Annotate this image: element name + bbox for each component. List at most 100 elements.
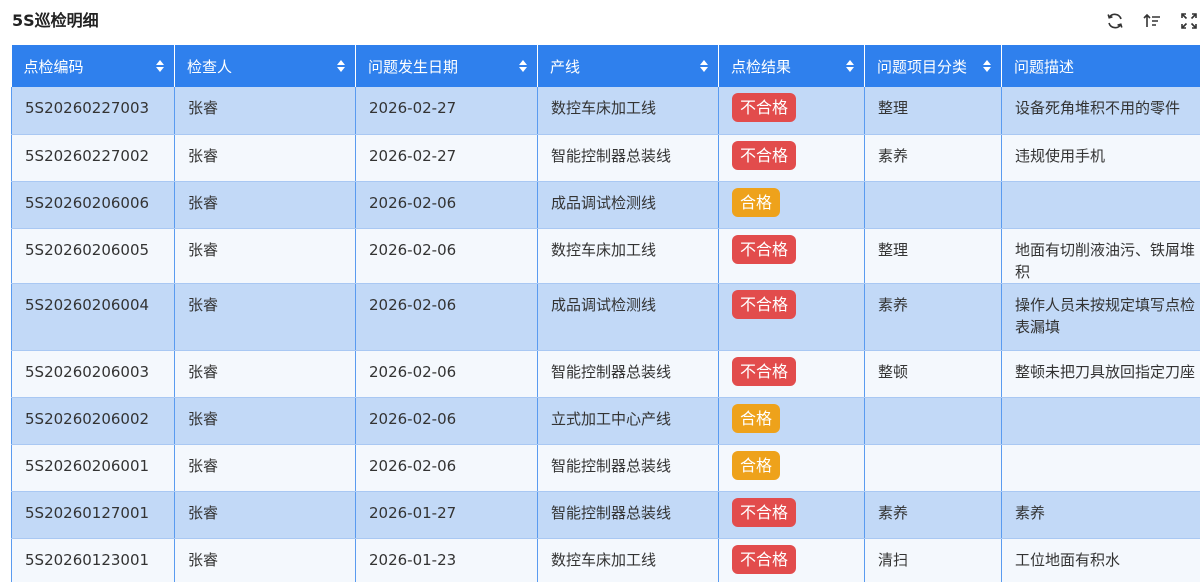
cell-description <box>1001 397 1200 445</box>
cell-code: 5S20260227003 <box>11 87 175 135</box>
column-header-date[interactable]: 问题发生日期 <box>355 45 538 87</box>
cell-date: 2026-01-23 <box>355 538 538 582</box>
cell-code: 5S20260206002 <box>11 397 175 445</box>
cell-category: 清扫 <box>864 538 1002 582</box>
cell-line: 数控车床加工线 <box>537 228 719 284</box>
table-row[interactable]: 5S20260227003 张睿 2026-02-27 数控车床加工线 不合格 整理 设备死… <box>11 87 1200 135</box>
cell-category: 素养 <box>864 491 1002 539</box>
cell-line: 智能控制器总装线 <box>537 350 719 398</box>
sort-caret-icon[interactable] <box>983 60 991 72</box>
cell-line: 智能控制器总装线 <box>537 134 719 182</box>
cell-description: 工位地面有积水 <box>1001 538 1200 582</box>
toolbar <box>1089 10 1200 32</box>
sort-caret-icon[interactable] <box>700 60 708 72</box>
sort-button[interactable] <box>1141 10 1163 32</box>
result-badge: 不合格 <box>732 234 797 264</box>
column-header-line[interactable]: 产线 <box>537 45 719 87</box>
column-header-category[interactable]: 问题项目分类 <box>864 45 1002 87</box>
result-badge: 不合格 <box>732 140 797 170</box>
column-header-inspector[interactable]: 检查人 <box>174 45 356 87</box>
cell-inspector: 张睿 <box>174 87 356 135</box>
cell-code: 5S20260206004 <box>11 283 175 351</box>
cell-date: 2026-01-27 <box>355 491 538 539</box>
cell-inspector: 张睿 <box>174 181 356 229</box>
cell-inspector: 张睿 <box>174 228 356 284</box>
table-row[interactable]: 5S20260206006 张睿 2026-02-06 成品调试检测线 合格 <box>11 181 1200 229</box>
cell-code: 5S20260206003 <box>11 350 175 398</box>
cell-description: 整顿未把刀具放回指定刀座 <box>1001 350 1200 398</box>
column-header-result[interactable]: 点检结果 <box>718 45 865 87</box>
cell-description: 素养 <box>1001 491 1200 539</box>
result-badge: 合格 <box>732 450 781 480</box>
result-badge: 合格 <box>732 187 781 217</box>
table-row[interactable]: 5S20260206004 张睿 2026-02-06 成品调试检测线 不合格 素养 操作人… <box>11 283 1200 351</box>
table-row[interactable]: 5S20260206001 张睿 2026-02-06 智能控制器总装线 合格 <box>11 444 1200 492</box>
result-badge: 不合格 <box>732 93 797 122</box>
inspection-table: 点检编码 检查人 问题发生日期 产线 点检结果 问题项目分类 问题描述 5S20260227… <box>11 45 1200 582</box>
inspection-detail-panel: 5S巡检明细 点检编码 检查人 问题发生日期 产线 点检结果 问题项目分类 问题… <box>0 0 1200 582</box>
sort-caret-icon[interactable] <box>337 60 345 72</box>
result-badge: 不合格 <box>732 356 797 386</box>
sort-caret-icon[interactable] <box>156 60 164 72</box>
cell-result: 不合格 <box>718 538 865 582</box>
cell-description <box>1001 181 1200 229</box>
title-bar: 5S巡检明细 <box>0 0 1200 42</box>
cell-line: 智能控制器总装线 <box>537 444 719 492</box>
cell-result: 不合格 <box>718 228 865 284</box>
cell-result: 合格 <box>718 444 865 492</box>
table-row[interactable]: 5S20260123001 张睿 2026-01-23 数控车床加工线 不合格 清扫 工位地… <box>11 538 1200 582</box>
fullscreen-icon <box>1181 13 1197 29</box>
inspection-table-container[interactable]: 点检编码 检查人 问题发生日期 产线 点检结果 问题项目分类 问题描述 5S20260227… <box>11 45 1200 582</box>
cell-result: 不合格 <box>718 350 865 398</box>
cell-description: 地面有切削液油污、铁屑堆积 <box>1001 228 1200 284</box>
column-header-label: 点检结果 <box>731 57 792 76</box>
column-header-label: 点检编码 <box>23 57 84 76</box>
cell-date: 2026-02-06 <box>355 283 538 351</box>
fullscreen-button[interactable] <box>1178 10 1200 32</box>
refresh-icon <box>1107 13 1123 29</box>
cell-code: 5S20260206005 <box>11 228 175 284</box>
cell-inspector: 张睿 <box>174 397 356 445</box>
cell-date: 2026-02-06 <box>355 397 538 445</box>
cell-category: 素养 <box>864 134 1002 182</box>
table-header-row: 点检编码 检查人 问题发生日期 产线 点检结果 问题项目分类 问题描述 <box>11 45 1200 87</box>
sort-caret-icon[interactable] <box>846 60 854 72</box>
table-row[interactable]: 5S20260127001 张睿 2026-01-27 智能控制器总装线 不合格 素养 素养 <box>11 491 1200 539</box>
cell-line: 数控车床加工线 <box>537 87 719 135</box>
result-badge: 不合格 <box>732 544 797 574</box>
result-badge: 合格 <box>732 403 781 433</box>
cell-date: 2026-02-06 <box>355 181 538 229</box>
cell-code: 5S20260206001 <box>11 444 175 492</box>
table-row[interactable]: 5S20260206002 张睿 2026-02-06 立式加工中心产线 合格 <box>11 397 1200 445</box>
column-header-label: 检查人 <box>187 57 233 76</box>
column-header-label: 问题描述 <box>1014 57 1075 76</box>
table-row[interactable]: 5S20260206003 张睿 2026-02-06 智能控制器总装线 不合格 整顿 整顿… <box>11 350 1200 398</box>
table-row[interactable]: 5S20260206005 张睿 2026-02-06 数控车床加工线 不合格 整理 地面有… <box>11 228 1200 284</box>
cell-result: 合格 <box>718 181 865 229</box>
cell-description: 设备死角堆积不用的零件 <box>1001 87 1200 135</box>
cell-inspector: 张睿 <box>174 444 356 492</box>
column-header-description[interactable]: 问题描述 <box>1001 45 1200 87</box>
cell-inspector: 张睿 <box>174 283 356 351</box>
cell-date: 2026-02-06 <box>355 350 538 398</box>
cell-date: 2026-02-06 <box>355 228 538 284</box>
column-header-code[interactable]: 点检编码 <box>11 45 175 87</box>
cell-code: 5S20260127001 <box>11 491 175 539</box>
cell-result: 不合格 <box>718 283 865 351</box>
page-title: 5S巡检明细 <box>12 11 99 30</box>
refresh-button[interactable] <box>1104 10 1126 32</box>
cell-description: 违规使用手机 <box>1001 134 1200 182</box>
cell-line: 立式加工中心产线 <box>537 397 719 445</box>
cell-result: 合格 <box>718 397 865 445</box>
cell-date: 2026-02-27 <box>355 87 538 135</box>
column-header-label: 问题项目分类 <box>877 57 968 76</box>
cell-line: 成品调试检测线 <box>537 181 719 229</box>
result-badge: 不合格 <box>732 497 797 527</box>
cell-result: 不合格 <box>718 87 865 135</box>
table-row[interactable]: 5S20260227002 张睿 2026-02-27 智能控制器总装线 不合格 素养 违规… <box>11 134 1200 182</box>
cell-inspector: 张睿 <box>174 134 356 182</box>
sort-caret-icon[interactable] <box>519 60 527 72</box>
cell-code: 5S20260123001 <box>11 538 175 582</box>
cell-category: 整理 <box>864 228 1002 284</box>
cell-category: 整顿 <box>864 350 1002 398</box>
